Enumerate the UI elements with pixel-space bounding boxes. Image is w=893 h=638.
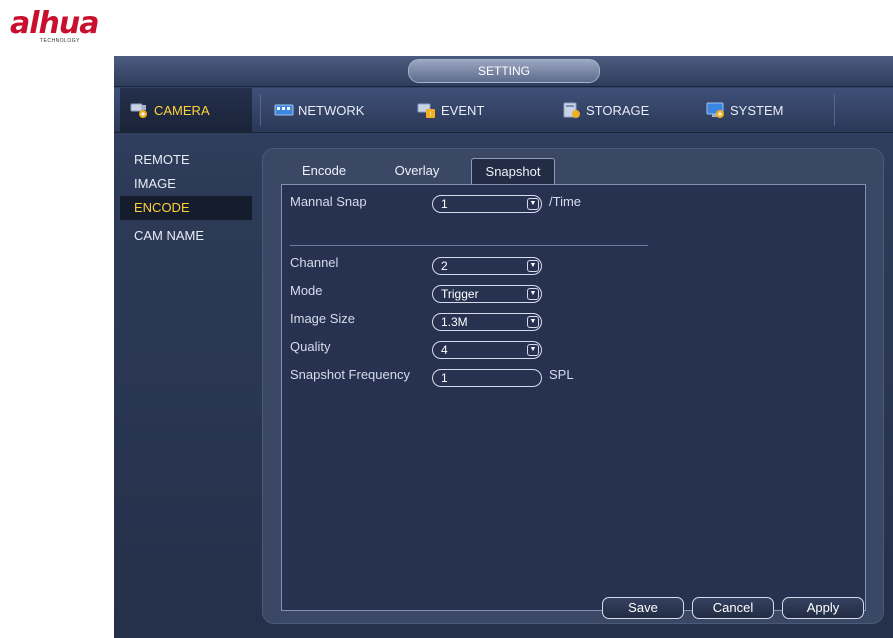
- mode-label: Mode: [290, 283, 323, 298]
- nav-system-label: SYSTEM: [730, 102, 784, 118]
- tab-overlay[interactable]: Overlay: [375, 158, 459, 184]
- nav-event[interactable]: ! EVENT: [417, 88, 547, 132]
- image-size-value: 1.3M: [441, 315, 468, 329]
- top-navigation: CAMERA NETWORK ! EVENT STORAGE SYSTEM: [114, 88, 893, 133]
- storage-icon: [562, 101, 582, 119]
- sidebar-item-encode[interactable]: ENCODE: [120, 196, 252, 220]
- tab-snapshot[interactable]: Snapshot: [471, 158, 555, 184]
- divider: [290, 245, 648, 246]
- nav-divider: [834, 94, 835, 126]
- manual-snap-select[interactable]: 1 ▼: [432, 195, 542, 213]
- nav-event-label: EVENT: [441, 102, 485, 118]
- dahua-logo: alhua TECHNOLOGY: [8, 6, 128, 46]
- mode-select[interactable]: Trigger ▼: [432, 285, 542, 303]
- nav-storage-label: STORAGE: [586, 102, 650, 118]
- settings-window: SETTING CAMERA NETWORK ! EVENT STORAGE S…: [114, 56, 893, 638]
- chevron-down-icon: ▼: [527, 288, 539, 300]
- image-size-label: Image Size: [290, 311, 356, 326]
- snapshot-frequency-input[interactable]: 1: [432, 369, 542, 387]
- logo-text: alhua: [10, 6, 99, 41]
- manual-snap-unit: /Time: [549, 194, 582, 209]
- encode-panel: Encode Overlay Snapshot Mannal Snap 1 ▼ …: [262, 148, 884, 624]
- event-icon: !: [417, 101, 437, 119]
- svg-text:!: !: [430, 112, 432, 119]
- window-title: SETTING: [408, 59, 600, 83]
- chevron-down-icon: ▼: [527, 316, 539, 328]
- camera-icon: [130, 101, 150, 119]
- quality-label: Quality: [290, 339, 331, 354]
- manual-snap-value: 1: [441, 197, 448, 211]
- manual-snap-label: Mannal Snap: [290, 194, 367, 209]
- nav-divider: [260, 94, 261, 126]
- logo-subtext: TECHNOLOGY: [40, 38, 81, 44]
- snapshot-frequency-label: Snapshot Frequency: [290, 367, 410, 382]
- sidebar-item-image[interactable]: IMAGE: [120, 172, 252, 196]
- tab-encode[interactable]: Encode: [283, 158, 365, 184]
- mode-value: Trigger: [441, 287, 479, 301]
- channel-value: 2: [441, 259, 448, 273]
- snapshot-frequency-unit: SPL: [549, 367, 574, 382]
- sidebar-item-remote[interactable]: REMOTE: [120, 148, 252, 172]
- chevron-down-icon: ▼: [527, 260, 539, 272]
- nav-camera-label: CAMERA: [154, 102, 210, 118]
- title-bar: SETTING: [114, 56, 893, 87]
- nav-network-label: NETWORK: [298, 102, 365, 118]
- nav-network[interactable]: NETWORK: [274, 88, 404, 132]
- nav-system[interactable]: SYSTEM: [706, 88, 836, 132]
- snapshot-content: Mannal Snap 1 ▼ /Time Channel 2 ▼ Mode T…: [281, 184, 866, 619]
- quality-value: 4: [441, 343, 448, 357]
- system-icon: [706, 101, 726, 119]
- apply-button[interactable]: Apply: [782, 597, 864, 619]
- chevron-down-icon: ▼: [527, 344, 539, 356]
- cancel-button[interactable]: Cancel: [692, 597, 774, 619]
- sidebar-item-cam-name[interactable]: CAM NAME: [120, 224, 252, 248]
- image-size-select[interactable]: 1.3M ▼: [432, 313, 542, 331]
- nav-camera[interactable]: CAMERA: [120, 88, 252, 132]
- chevron-down-icon: ▼: [527, 198, 539, 210]
- network-icon: [274, 101, 294, 119]
- save-button[interactable]: Save: [602, 597, 684, 619]
- nav-storage[interactable]: STORAGE: [562, 88, 692, 132]
- channel-select[interactable]: 2 ▼: [432, 257, 542, 275]
- channel-label: Channel: [290, 255, 339, 270]
- snapshot-frequency-value: 1: [441, 371, 448, 385]
- quality-select[interactable]: 4 ▼: [432, 341, 542, 359]
